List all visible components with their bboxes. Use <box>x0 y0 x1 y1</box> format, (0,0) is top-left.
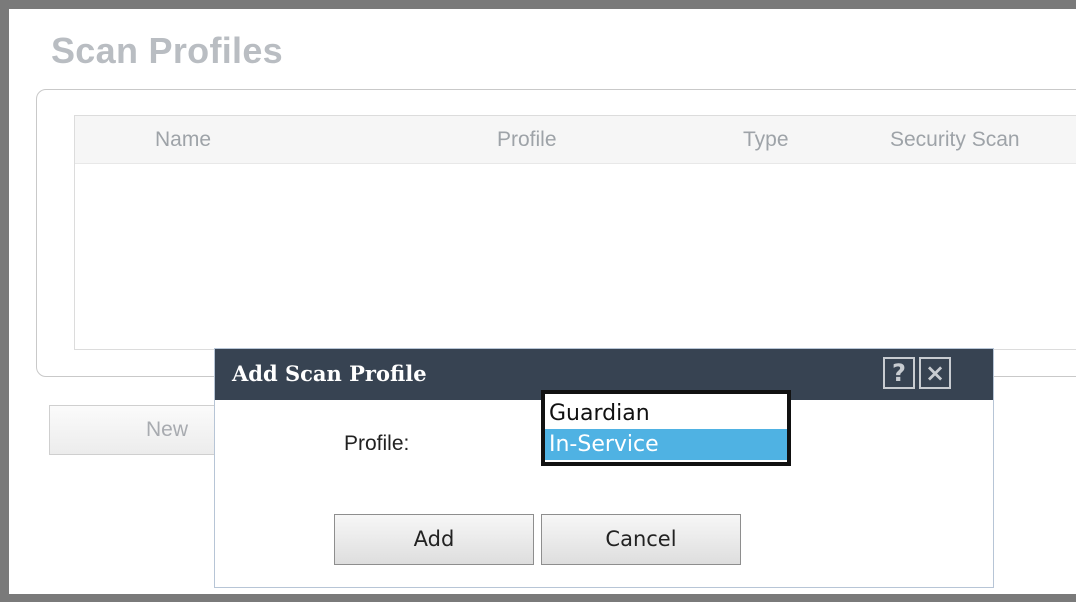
profile-label: Profile: <box>344 432 410 455</box>
column-header-type[interactable]: Type <box>743 128 789 152</box>
column-header-name[interactable]: Name <box>155 128 211 152</box>
column-header-security-scan[interactable]: Security Scan <box>890 128 1020 152</box>
add-scan-profile-dialog: Add Scan Profile ? × Profile: Guardian I… <box>214 348 994 588</box>
cancel-button[interactable]: Cancel <box>541 514 741 565</box>
close-icon[interactable]: × <box>919 357 951 389</box>
page-title: Scan Profiles <box>51 30 283 71</box>
profile-listbox[interactable]: Guardian In-Service <box>541 390 791 466</box>
table-header: Name Profile Type Security Scan <box>75 116 1076 164</box>
help-icon[interactable]: ? <box>883 357 915 389</box>
column-header-profile[interactable]: Profile <box>497 128 557 152</box>
profile-option-guardian[interactable]: Guardian <box>545 398 787 429</box>
scan-profiles-table: Name Profile Type Security Scan <box>74 115 1076 350</box>
add-button[interactable]: Add <box>334 514 534 565</box>
dialog-title: Add Scan Profile <box>232 361 427 386</box>
profile-option-in-service[interactable]: In-Service <box>545 429 787 460</box>
